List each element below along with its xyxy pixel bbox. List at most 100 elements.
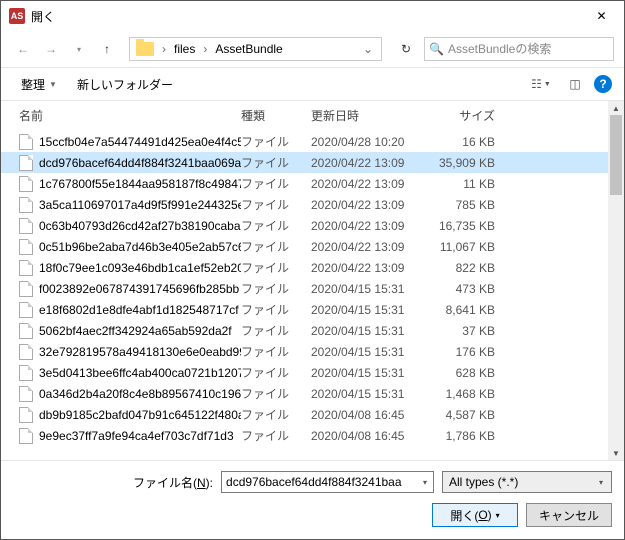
table-row[interactable]: 3a5ca110697017a4d9f5f991e244325eファイル2020… (1, 194, 608, 215)
file-name: 5062bf4aec2ff342924a65ab592da2f (39, 324, 232, 338)
chevron-down-icon[interactable]: ▾ (597, 478, 605, 487)
recent-dropdown[interactable]: ▾ (67, 37, 91, 61)
file-size: 16,735 KB (431, 219, 511, 233)
chevron-down-icon[interactable]: ▾ (421, 478, 429, 487)
table-row[interactable]: db9b9185c2bafd047b91c645122f480aファイル2020… (1, 404, 608, 425)
file-name: dcd976bacef64dd4f884f3241baa069a (39, 156, 241, 170)
breadcrumb-item[interactable]: AssetBundle (211, 42, 286, 56)
file-date: 2020/04/22 13:09 (311, 198, 431, 212)
arrow-up-icon: ↑ (104, 42, 110, 56)
organize-menu[interactable]: 整理 ▼ (13, 72, 65, 97)
close-icon: ✕ (596, 9, 606, 23)
table-row[interactable]: 0a346d2b4a20f8c4e8b89567410c1966ファイル2020… (1, 383, 608, 404)
file-date: 2020/04/15 15:31 (311, 282, 431, 296)
file-date: 2020/04/22 13:09 (311, 156, 431, 170)
file-size: 176 KB (431, 345, 511, 359)
file-type: ファイル (241, 133, 311, 150)
file-icon (19, 302, 33, 318)
file-type: ファイル (241, 385, 311, 402)
file-size: 628 KB (431, 366, 511, 380)
table-row[interactable]: 1c767800f55e1844aa958187f8c49847ファイル2020… (1, 173, 608, 194)
file-list: 名前 種類 更新日時 サイズ 15ccfb04e7a54474491d425ea… (1, 101, 608, 460)
dialog-footer: ファイル名(N): ▾ All types (*.*) ▾ 開く(O) ▾ キャ… (1, 460, 624, 539)
open-dialog: AS 開く ✕ ← → ▾ ↑ › files › AssetBundle ⌄ … (0, 0, 625, 540)
cancel-button[interactable]: キャンセル (526, 503, 612, 527)
file-name: f0023892e067874391745696fb285bb (39, 282, 239, 296)
filetype-combo[interactable]: All types (*.*) ▾ (442, 471, 612, 493)
file-icon (19, 281, 33, 297)
table-row[interactable]: 5062bf4aec2ff342924a65ab592da2fファイル2020/… (1, 320, 608, 341)
file-size: 8,641 KB (431, 303, 511, 317)
file-size: 1,786 KB (431, 429, 511, 443)
vertical-scrollbar[interactable]: ▲ ▼ (608, 101, 624, 460)
refresh-button[interactable]: ↻ (392, 37, 420, 61)
split-arrow-icon: ▾ (496, 511, 500, 520)
folder-icon (136, 42, 154, 56)
list-view-icon: ☷ (531, 77, 542, 91)
scroll-down-arrow[interactable]: ▼ (608, 446, 624, 460)
filename-combo[interactable]: ▾ (221, 471, 434, 493)
file-date: 2020/04/15 15:31 (311, 345, 431, 359)
back-button[interactable]: ← (11, 37, 35, 61)
file-type: ファイル (241, 196, 311, 213)
file-type: ファイル (241, 343, 311, 360)
table-row[interactable]: 0c63b40793d26cd42af27b38190cababファイル2020… (1, 215, 608, 236)
preview-pane-icon: ◫ (569, 77, 580, 91)
scrollbar-thumb[interactable] (610, 115, 622, 195)
column-header-name[interactable]: 名前 (13, 107, 241, 124)
view-options-button[interactable]: ☷ ▼ (526, 72, 556, 96)
search-box[interactable]: 🔍 (424, 37, 614, 61)
file-size: 16 KB (431, 135, 511, 149)
open-button[interactable]: 開く(O) ▾ (432, 503, 518, 527)
close-button[interactable]: ✕ (579, 1, 624, 31)
file-name: 32e792819578a49418130e6e0eabd992 (39, 345, 241, 359)
file-type: ファイル (241, 280, 311, 297)
file-name: 1c767800f55e1844aa958187f8c49847 (39, 177, 241, 191)
table-row[interactable]: dcd976bacef64dd4f884f3241baa069aファイル2020… (1, 152, 608, 173)
preview-pane-button[interactable]: ◫ (560, 72, 590, 96)
arrow-right-icon: → (45, 42, 57, 56)
scroll-up-arrow[interactable]: ▲ (608, 101, 624, 115)
up-button[interactable]: ↑ (95, 37, 119, 61)
table-row[interactable]: e18f6802d1e8dfe4abf1d182548717cfファイル2020… (1, 299, 608, 320)
file-name: e18f6802d1e8dfe4abf1d182548717cf (39, 303, 239, 317)
app-icon: AS (9, 8, 25, 24)
table-row[interactable]: 15ccfb04e7a54474491d425ea0e4f4c5ファイル2020… (1, 131, 608, 152)
forward-button[interactable]: → (39, 37, 63, 61)
breadcrumb-item[interactable]: files (170, 42, 199, 56)
file-date: 2020/04/08 16:45 (311, 429, 431, 443)
file-icon (19, 344, 33, 360)
table-row[interactable]: 9e9ec37ff7a9fe94ca4ef703c7df71d3ファイル2020… (1, 425, 608, 446)
chevron-down-icon: ▾ (77, 45, 81, 54)
file-icon (19, 155, 33, 171)
help-button[interactable]: ? (594, 75, 612, 93)
table-row[interactable]: 32e792819578a49418130e6e0eabd992ファイル2020… (1, 341, 608, 362)
file-type: ファイル (241, 406, 311, 423)
file-icon (19, 428, 33, 444)
breadcrumb-dropdown[interactable]: ⌄ (357, 42, 379, 56)
file-icon (19, 323, 33, 339)
file-type: ファイル (241, 301, 311, 318)
file-type: ファイル (241, 259, 311, 276)
file-size: 822 KB (431, 261, 511, 275)
file-date: 2020/04/08 16:45 (311, 408, 431, 422)
table-row[interactable]: 0c51b96be2aba7d46b3e405e2ab57c6fファイル2020… (1, 236, 608, 257)
file-icon (19, 176, 33, 192)
breadcrumb[interactable]: › files › AssetBundle ⌄ (129, 37, 382, 61)
file-size: 1,468 KB (431, 387, 511, 401)
column-header-size[interactable]: サイズ (431, 107, 511, 124)
file-date: 2020/04/22 13:09 (311, 219, 431, 233)
filename-input[interactable] (226, 475, 421, 489)
file-icon (19, 218, 33, 234)
table-row[interactable]: 3e5d0413bee6ffc4ab400ca0721b1207ファイル2020… (1, 362, 608, 383)
column-header-type[interactable]: 種類 (241, 107, 311, 124)
table-row[interactable]: f0023892e067874391745696fb285bbファイル2020/… (1, 278, 608, 299)
chevron-right-icon: › (160, 42, 168, 56)
new-folder-button[interactable]: 新しいフォルダー (69, 72, 181, 97)
file-date: 2020/04/15 15:31 (311, 387, 431, 401)
file-icon (19, 239, 33, 255)
search-input[interactable] (448, 42, 609, 56)
table-row[interactable]: 18f0c79ee1c093e46bdb1ca1ef52eb20ファイル2020… (1, 257, 608, 278)
column-header-date[interactable]: 更新日時 (311, 107, 431, 124)
file-type: ファイル (241, 364, 311, 381)
